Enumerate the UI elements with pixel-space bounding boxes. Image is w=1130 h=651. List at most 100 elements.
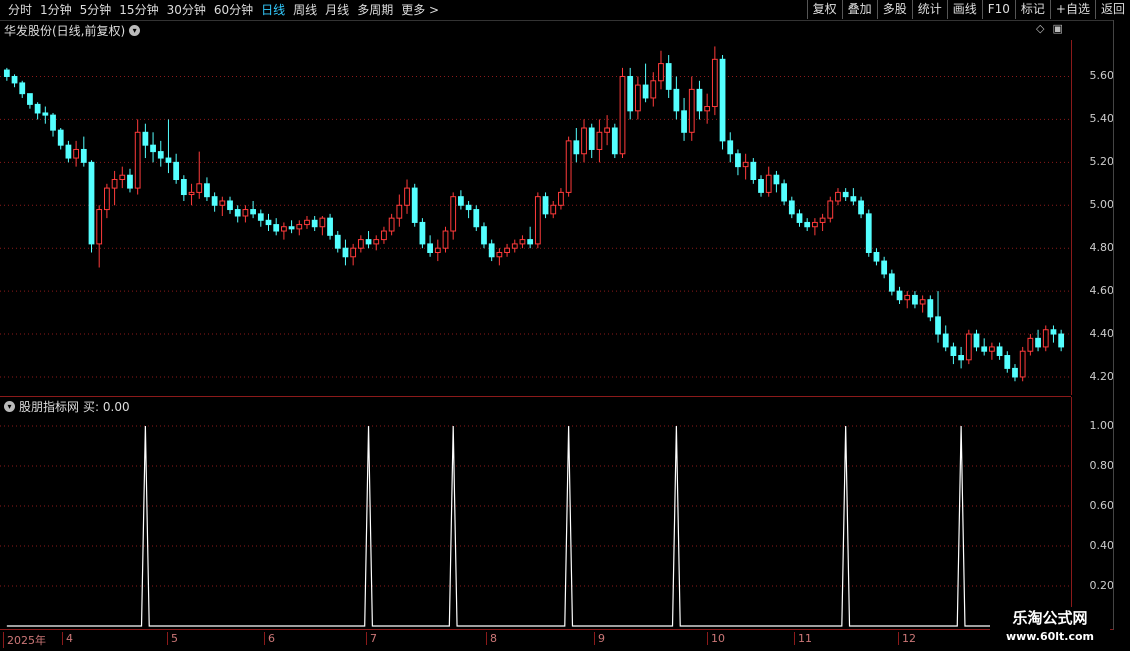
candle-body bbox=[711, 58, 718, 108]
chart-canvas[interactable] bbox=[0, 0, 1071, 629]
candle-body bbox=[427, 243, 433, 253]
candle-body bbox=[173, 161, 180, 181]
time-label: 10 bbox=[707, 632, 725, 645]
candle-body bbox=[419, 221, 426, 245]
right-side-strip[interactable] bbox=[1113, 20, 1130, 630]
candle-body bbox=[1012, 367, 1018, 378]
candle-body bbox=[896, 290, 903, 301]
candle-body bbox=[819, 217, 826, 223]
time-label: 11 bbox=[794, 632, 812, 645]
candle-body bbox=[196, 183, 203, 193]
candle-body bbox=[180, 179, 187, 196]
indicator-tick-label: 0.80 bbox=[1089, 459, 1115, 472]
candle-body bbox=[1027, 337, 1034, 352]
candle-body bbox=[57, 129, 64, 146]
time-label: 4 bbox=[62, 632, 73, 645]
candle-body bbox=[242, 209, 249, 217]
candle-body bbox=[450, 196, 457, 232]
indicator-value: 买: 0.00 bbox=[83, 400, 130, 414]
candle-body bbox=[565, 140, 572, 193]
candle-body bbox=[750, 161, 757, 181]
candle-body bbox=[434, 247, 441, 253]
candle-body bbox=[673, 88, 680, 112]
candle-body bbox=[704, 106, 711, 112]
time-label: 6 bbox=[264, 632, 275, 645]
candle-body bbox=[219, 200, 226, 206]
candle-body bbox=[150, 144, 156, 153]
candle-body bbox=[1042, 329, 1049, 348]
candle-body bbox=[658, 63, 664, 82]
candle-body bbox=[11, 75, 18, 84]
candle-body bbox=[942, 333, 949, 348]
time-label: 7 bbox=[366, 632, 377, 645]
candle-body bbox=[19, 82, 26, 95]
watermark: 乐淘公式网 www.60lt.com bbox=[990, 607, 1110, 650]
time-label: 12 bbox=[898, 632, 916, 645]
time-label: 8 bbox=[486, 632, 497, 645]
candle-body bbox=[442, 230, 449, 249]
candle-body bbox=[1050, 329, 1057, 335]
candle-body bbox=[88, 161, 95, 245]
signal-line bbox=[6, 425, 1071, 627]
candle-body bbox=[281, 226, 287, 232]
candle-body bbox=[288, 226, 295, 230]
action-button-8[interactable]: 返回 bbox=[1094, 0, 1130, 19]
candle-body bbox=[665, 63, 672, 90]
indicator-tick-label: 1.00 bbox=[1089, 419, 1115, 432]
candle-body bbox=[611, 127, 618, 155]
candle-body bbox=[127, 174, 133, 189]
candle-body bbox=[104, 187, 110, 211]
price-tick-label: 4.40 bbox=[1089, 327, 1115, 341]
candle-body bbox=[96, 209, 103, 245]
candle-body bbox=[396, 204, 403, 219]
candle-body bbox=[111, 179, 118, 189]
candle-body bbox=[334, 234, 341, 249]
candle-body bbox=[981, 346, 988, 352]
candle-body bbox=[311, 219, 318, 228]
candle-body bbox=[850, 196, 857, 202]
price-tick-label: 4.20 bbox=[1089, 369, 1115, 383]
candle-body bbox=[1019, 350, 1026, 378]
candle-body bbox=[65, 144, 72, 159]
candle-body bbox=[350, 247, 357, 258]
candle-body bbox=[727, 140, 734, 155]
candle-body bbox=[904, 294, 911, 301]
candle-body bbox=[588, 127, 595, 150]
candle-body bbox=[357, 239, 364, 249]
candle-body bbox=[596, 131, 603, 150]
candle-body bbox=[265, 219, 272, 226]
watermark-url: www.60lt.com bbox=[1005, 630, 1095, 643]
candle-body bbox=[1058, 333, 1065, 348]
candle-body bbox=[488, 243, 495, 258]
candle-body bbox=[796, 213, 803, 223]
indicator-tick-label: 0.40 bbox=[1089, 539, 1115, 552]
candle-body bbox=[73, 148, 79, 159]
candle-body bbox=[812, 221, 818, 228]
candle-body bbox=[411, 187, 418, 223]
candle-body bbox=[735, 153, 741, 168]
candle-body bbox=[519, 239, 526, 245]
candle-body bbox=[927, 299, 934, 318]
candle-body bbox=[404, 187, 410, 206]
candle-body bbox=[958, 355, 964, 361]
candle-body bbox=[989, 346, 995, 352]
candle-body bbox=[119, 174, 126, 181]
chevron-down-icon[interactable]: ▾ bbox=[4, 401, 15, 412]
candle-body bbox=[642, 84, 649, 99]
candle-body bbox=[496, 251, 503, 258]
candle-body bbox=[965, 333, 972, 361]
candle-body bbox=[142, 131, 149, 146]
candle-body bbox=[250, 209, 256, 215]
candle-body bbox=[912, 294, 918, 305]
candle-body bbox=[688, 88, 695, 133]
candle-body bbox=[842, 191, 849, 198]
candle-body bbox=[973, 333, 980, 348]
candle-body bbox=[650, 80, 657, 99]
candle-body bbox=[542, 196, 549, 215]
indicator-title: ▾ 股朋指标网 买: 0.00 bbox=[4, 398, 130, 415]
candle-body bbox=[858, 200, 864, 215]
watermark-title: 乐淘公式网 bbox=[1012, 609, 1088, 627]
candle-body bbox=[473, 209, 480, 228]
candle-body bbox=[165, 157, 172, 163]
time-label: 2025年 bbox=[3, 632, 46, 648]
